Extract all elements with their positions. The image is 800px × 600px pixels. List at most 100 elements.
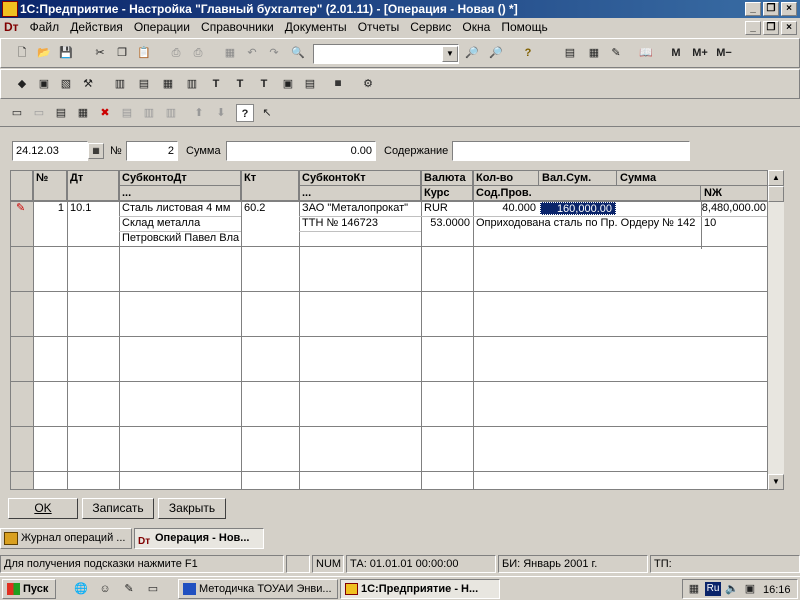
copy-line-icon[interactable]: ▭ xyxy=(30,104,48,122)
header-subkonto-kt-sub[interactable]: ... xyxy=(299,186,421,201)
header-subkonto-dt-sub[interactable]: ... xyxy=(119,186,241,201)
tab-operation-new[interactable]: Dт Операция - Нов... xyxy=(134,528,264,549)
menu-actions[interactable]: Действия xyxy=(66,18,127,37)
report-t2-icon[interactable]: T xyxy=(231,75,249,93)
header-nzh[interactable]: NЖ xyxy=(701,186,767,201)
new-line-icon[interactable]: ▭ xyxy=(8,104,26,122)
header-kt[interactable]: Кт xyxy=(241,171,299,201)
edit-line-icon[interactable]: ▤ xyxy=(52,104,70,122)
report-5-icon[interactable]: ▣ xyxy=(279,75,297,93)
language-indicator[interactable]: Ru xyxy=(705,582,721,596)
close-form-button[interactable]: Закрыть xyxy=(158,498,226,519)
memory-minus-button[interactable]: M− xyxy=(713,44,735,62)
settings-icon[interactable]: ⚙ xyxy=(359,75,377,93)
edit-icon[interactable]: ✎ xyxy=(607,44,625,62)
menu-reports[interactable]: Отчеты xyxy=(354,18,403,37)
header-subkonto-kt[interactable]: СубконтоКт xyxy=(299,171,421,186)
report-1-icon[interactable]: ▥ xyxy=(111,75,129,93)
memory-button[interactable]: M xyxy=(667,44,685,62)
row-nzh[interactable]: 10 xyxy=(701,216,767,231)
quicklaunch-3-icon[interactable]: ✎ xyxy=(120,580,138,598)
paste-icon[interactable]: 📋 xyxy=(135,44,153,62)
arrow-down-icon[interactable]: ⬇ xyxy=(212,104,230,122)
header-content[interactable]: Сод.Пров. xyxy=(473,186,701,201)
header-sum[interactable]: Сумма xyxy=(617,171,767,186)
row-sum[interactable]: 8,480,000.00 xyxy=(617,201,767,216)
report-t3-icon[interactable]: T xyxy=(255,75,273,93)
minimize-button[interactable]: _ xyxy=(745,2,761,16)
tools-icon[interactable]: ⚒ xyxy=(79,75,97,93)
calendar-button-icon[interactable]: ▦ xyxy=(88,143,104,159)
new-icon[interactable]: 🗋 xyxy=(13,44,31,62)
report-6-icon[interactable]: ▤ xyxy=(301,75,319,93)
row-currency[interactable]: RUR xyxy=(421,201,473,216)
row-content[interactable]: Оприходована сталь по Пр. Ордеру № 142 xyxy=(473,216,701,231)
header-currency[interactable]: Валюта xyxy=(421,171,473,186)
header-num[interactable]: № xyxy=(33,171,67,201)
tray-app-icon[interactable]: ▣ xyxy=(741,580,759,598)
open-icon[interactable]: 📂 xyxy=(35,44,53,62)
taskbar-app-1c[interactable]: 1С:Предприятие - Н... xyxy=(340,579,500,599)
doc-restore-button[interactable]: ❐ xyxy=(763,21,779,35)
tray-network-icon[interactable]: ▦ xyxy=(685,580,703,598)
restore-button[interactable]: ❐ xyxy=(763,2,779,16)
pointer-help-icon[interactable]: ↖ xyxy=(258,104,276,122)
header-val-sum[interactable]: Вал.Сум. xyxy=(539,171,617,186)
row-dt[interactable]: 10.1 xyxy=(67,201,119,216)
row-subkonto-dt-1[interactable]: Сталь листовая 4 мм xyxy=(119,201,241,216)
line-op-2-icon[interactable]: ▥ xyxy=(140,104,158,122)
copy-icon[interactable]: ❐ xyxy=(113,44,131,62)
header-subkonto-dt[interactable]: СубконтоДт xyxy=(119,171,241,186)
tray-speaker-icon[interactable]: 🔈 xyxy=(723,580,741,598)
quicklaunch-4-icon[interactable]: ▭ xyxy=(144,580,162,598)
calculator-icon[interactable]: ▤ xyxy=(561,44,579,62)
date-field[interactable]: 24.12.03 xyxy=(12,141,88,161)
find-icon[interactable]: 🔍 xyxy=(289,44,307,62)
entries-grid[interactable]: № Дт СубконтоДт ... Кт СубконтоКт ... Ва… xyxy=(10,170,768,490)
header-rate[interactable]: Курс xyxy=(421,186,473,201)
calendar-icon[interactable]: ▦ xyxy=(585,44,603,62)
chevron-down-icon[interactable]: ▼ xyxy=(442,46,458,62)
doc-close-button[interactable]: × xyxy=(781,21,797,35)
sum-field[interactable]: 0.00 xyxy=(226,141,376,161)
arrow-up-icon[interactable]: ⬆ xyxy=(190,104,208,122)
row-subkonto-kt-2[interactable]: ТТН № 146723 xyxy=(299,216,421,231)
scroll-up-icon[interactable]: ▲ xyxy=(768,170,784,186)
row-qty[interactable]: 40.000 xyxy=(473,201,539,216)
menu-references[interactable]: Справочники xyxy=(197,18,278,37)
book-icon[interactable]: 📖 xyxy=(637,44,655,62)
row-kt[interactable]: 60.2 xyxy=(241,201,299,216)
content-field[interactable] xyxy=(452,141,690,161)
find-prev-icon[interactable]: 🔎 xyxy=(487,44,505,62)
help-icon[interactable]: ? xyxy=(519,44,537,62)
chart-of-accounts-icon[interactable]: ◆ xyxy=(13,75,31,93)
insert-line-icon[interactable]: ▦ xyxy=(74,104,92,122)
row-subkonto-kt-1[interactable]: ЗАО "Металопрокат" xyxy=(299,201,421,216)
print-preview-icon[interactable]: ⎙ xyxy=(189,44,207,62)
save-button[interactable]: Записать xyxy=(82,498,154,519)
row-val-sum[interactable]: 160,000.00 xyxy=(540,202,616,215)
taskbar-app-word[interactable]: Методичка ТОУАИ Энви... xyxy=(178,579,338,599)
line-op-3-icon[interactable]: ▥ xyxy=(162,104,180,122)
quicklaunch-2-icon[interactable]: ☺ xyxy=(96,580,114,598)
menu-documents[interactable]: Документы xyxy=(281,18,351,37)
close-button[interactable]: × xyxy=(781,2,797,16)
menu-service[interactable]: Сервис xyxy=(406,18,455,37)
cut-icon[interactable]: ✂ xyxy=(91,44,109,62)
menu-help[interactable]: Помощь xyxy=(497,18,551,37)
table-row[interactable]: ✎ 1 10.1 Сталь листовая 4 мм Склад метал… xyxy=(11,201,767,246)
header-dt[interactable]: Дт xyxy=(67,171,119,201)
report-3-icon[interactable]: ▦ xyxy=(159,75,177,93)
scroll-thumb[interactable] xyxy=(768,186,784,202)
header-qty[interactable]: Кол-во xyxy=(473,171,539,186)
menu-windows[interactable]: Окна xyxy=(458,18,494,37)
menu-operations[interactable]: Операции xyxy=(130,18,194,37)
vertical-scrollbar[interactable]: ▲ ▼ xyxy=(768,170,784,490)
scroll-down-icon[interactable]: ▼ xyxy=(768,474,784,490)
save-icon[interactable]: 💾 xyxy=(57,44,75,62)
report-t1-icon[interactable]: T xyxy=(207,75,225,93)
properties-icon[interactable]: ▦ xyxy=(221,44,239,62)
row-rate[interactable]: 53.0000 xyxy=(421,216,473,231)
report-4-icon[interactable]: ▥ xyxy=(183,75,201,93)
redo-icon[interactable]: ↷ xyxy=(265,44,283,62)
